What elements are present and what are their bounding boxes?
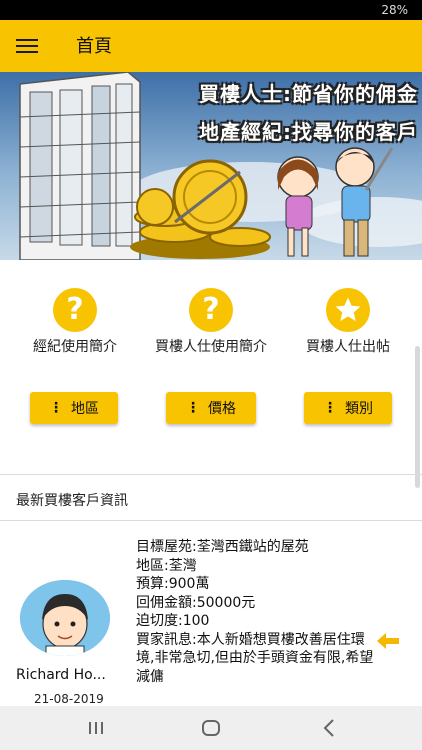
filter-label: 類別: [345, 401, 373, 417]
post-commission: 回佣金額:50000元: [136, 594, 256, 611]
banner-headline-agents: 地產經紀:找尋你的客戶: [199, 120, 418, 144]
filter-price-button[interactable]: ⋮ 價格: [166, 392, 256, 424]
post-district: 地區:荃灣: [136, 557, 197, 574]
building-illustration: [19, 72, 141, 260]
divider: [0, 474, 422, 475]
divider: [0, 520, 422, 521]
more-vert-icon: ⋮: [186, 400, 200, 416]
question-icon: ?: [53, 288, 97, 332]
hamburger-menu-icon[interactable]: [16, 35, 38, 57]
avatar: [20, 580, 110, 656]
buyer-post-details[interactable]: 目標屋苑:荃灣西鐵站的屋苑 地區:荃灣 預算:900萬 回佣金額:50000元 …: [136, 538, 376, 686]
status-bar: 28%: [0, 0, 422, 20]
scrollbar[interactable]: [415, 346, 420, 488]
poster-name: Richard Ho...: [16, 667, 106, 683]
app-bar: 首頁: [0, 20, 422, 72]
battery-level: 28%: [381, 3, 408, 17]
recent-apps-icon[interactable]: [84, 716, 108, 740]
filter-label: 地區: [71, 401, 99, 417]
section-title: 最新買樓客戶資訊: [16, 493, 128, 509]
feature-buyer-post[interactable]: 買樓人仕出帖: [278, 288, 418, 356]
post-target-estate: 目標屋苑:荃灣西鐵站的屋苑: [136, 539, 309, 555]
back-icon[interactable]: [318, 716, 342, 740]
arrow-left-icon[interactable]: [376, 632, 400, 650]
page-title: 首頁: [76, 36, 112, 57]
banner-headline-buyers: 買樓人士:節省你的佣金: [199, 82, 418, 106]
feature-buyer-guide[interactable]: ? 買樓人仕使用簡介: [141, 288, 281, 356]
system-nav-bar: [0, 706, 422, 750]
filter-label: 價格: [208, 401, 236, 417]
star-icon: [326, 288, 370, 332]
feature-label: 買樓人仕出帖: [306, 339, 390, 355]
filter-district-button[interactable]: ⋮ 地區: [30, 392, 118, 424]
feature-label: 買樓人仕使用簡介: [155, 339, 267, 355]
home-icon[interactable]: [199, 716, 223, 740]
question-icon: ?: [189, 288, 233, 332]
promo-banner: 買樓人士:節省你的佣金 地產經紀:找尋你的客戶: [0, 72, 422, 260]
feature-agent-guide[interactable]: ? 經紀使用簡介: [5, 288, 145, 356]
more-vert-icon: ⋮: [49, 400, 63, 416]
post-message: 買家訊息:本人新婚想買樓改善居住環境,非常急切,但由於手頭資金有限,希望減傭: [136, 631, 374, 685]
more-vert-icon: ⋮: [323, 400, 337, 416]
post-budget: 預算:900萬: [136, 576, 210, 592]
post-urgency: 迫切度:100: [136, 613, 210, 629]
filter-category-button[interactable]: ⋮ 類別: [304, 392, 392, 424]
feature-label: 經紀使用簡介: [33, 339, 117, 355]
post-date: 21-08-2019: [34, 692, 104, 706]
